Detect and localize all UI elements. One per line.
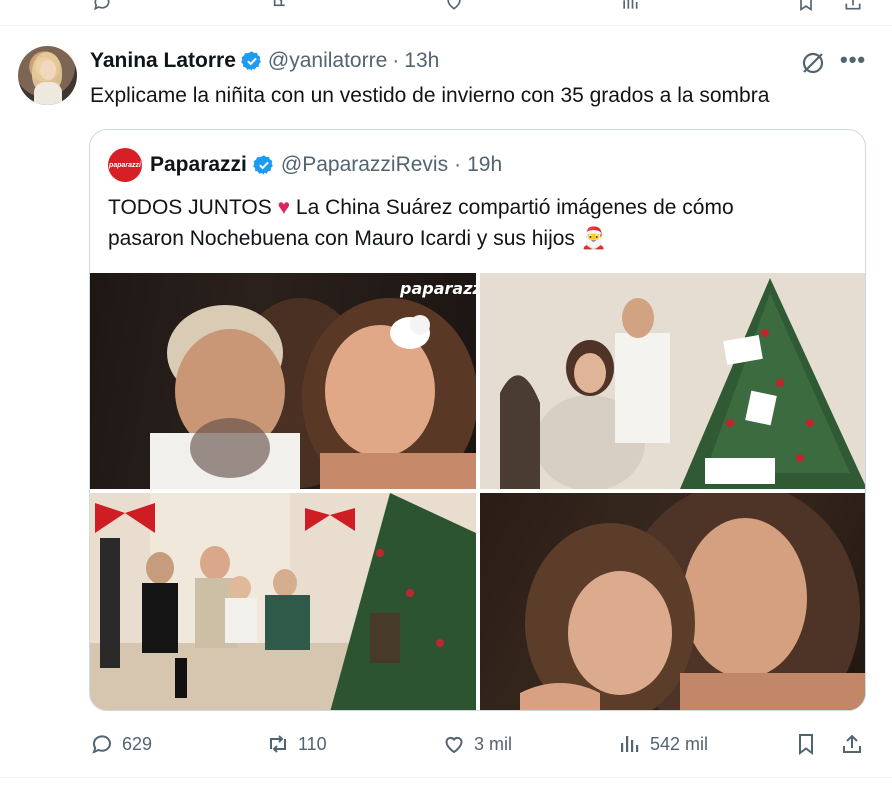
quote-header: paparazzi Paparazzi @PaparazziRevis · 19… — [108, 148, 502, 182]
quote-text: TODOS JUNTOS ♥ La China Suárez compartió… — [108, 192, 848, 254]
share-icon — [843, 734, 861, 753]
avatar-face — [40, 60, 56, 80]
bookmark-button[interactable] — [794, 730, 818, 758]
prev-views-button[interactable] — [620, 0, 640, 12]
grok-icon[interactable] — [800, 50, 826, 76]
share-button[interactable] — [840, 730, 864, 758]
views-icon — [621, 736, 639, 752]
header-separator: · — [392, 49, 400, 72]
media-photo-1[interactable]: paparazzi — [90, 273, 476, 489]
quote-timestamp[interactable]: 19h — [467, 153, 502, 177]
views-button[interactable]: 542 mil — [618, 730, 708, 758]
prev-bookmark-button[interactable] — [796, 0, 816, 12]
media-photo-3[interactable] — [90, 493, 476, 710]
quote-author-name[interactable]: Paparazzi — [150, 153, 247, 177]
paparazzi-watermark: paparazzi — [400, 279, 476, 298]
more-icon[interactable]: ••• — [840, 49, 866, 76]
reply-count: 629 — [122, 733, 153, 754]
quote-text-part: TODOS JUNTOS — [108, 196, 278, 219]
retweet-button[interactable]: 110 — [266, 730, 327, 758]
avatar-body — [34, 82, 62, 105]
quote-text-part: pasaron Nochebuena con Mauro Icardi y su… — [108, 227, 581, 250]
tweet-timestamp[interactable]: 13h — [404, 49, 439, 73]
quote-author-avatar[interactable]: paparazzi — [108, 148, 142, 182]
prev-reply-button[interactable] — [92, 0, 112, 12]
quote-text-part: La China Suárez compartió imágenes de có… — [290, 196, 734, 219]
tweet[interactable]: Yanina Latorre @yanilatorre · 13h ••• Ex… — [0, 26, 892, 778]
media-photo-4[interactable] — [480, 493, 865, 710]
retweet-icon — [270, 735, 286, 753]
verified-badge-icon — [252, 155, 273, 175]
author-name[interactable]: Yanina Latorre — [90, 49, 236, 73]
quote-author-handle[interactable]: @PaparazziRevis — [281, 153, 448, 177]
next-tweet-peek — [0, 778, 892, 802]
author-handle[interactable]: @yanilatorre — [268, 49, 387, 73]
author-avatar[interactable] — [18, 46, 77, 105]
prev-retweet-button[interactable] — [268, 0, 288, 12]
media-photo-2[interactable] — [480, 273, 865, 489]
views-count: 542 mil — [650, 733, 709, 754]
like-icon — [445, 736, 463, 754]
media-grid: paparazzi — [90, 273, 865, 710]
previous-tweet-actions — [0, 0, 892, 26]
bookmark-icon — [799, 734, 813, 755]
reply-icon — [92, 735, 111, 754]
quote-header-separator: · — [454, 153, 462, 176]
like-count: 3 mil — [474, 733, 513, 754]
quoted-tweet[interactable]: paparazzi Paparazzi @PaparazziRevis · 19… — [89, 129, 866, 711]
verified-badge-icon — [240, 51, 261, 71]
tweet-text: Explicame la niñita con un vestido de in… — [90, 84, 770, 107]
prev-like-button[interactable] — [444, 0, 464, 12]
santa-emoji: 🎅 — [580, 227, 607, 250]
reply-button[interactable]: 629 — [90, 730, 152, 758]
like-button[interactable]: 3 mil — [442, 730, 512, 758]
heart-emoji: ♥ — [277, 196, 291, 219]
prev-share-button[interactable] — [843, 0, 863, 12]
tweet-actions: 629 110 3 mil 542 mil — [90, 726, 866, 762]
tweet-header: Yanina Latorre @yanilatorre · 13h — [90, 48, 439, 74]
retweet-count: 110 — [298, 733, 327, 754]
